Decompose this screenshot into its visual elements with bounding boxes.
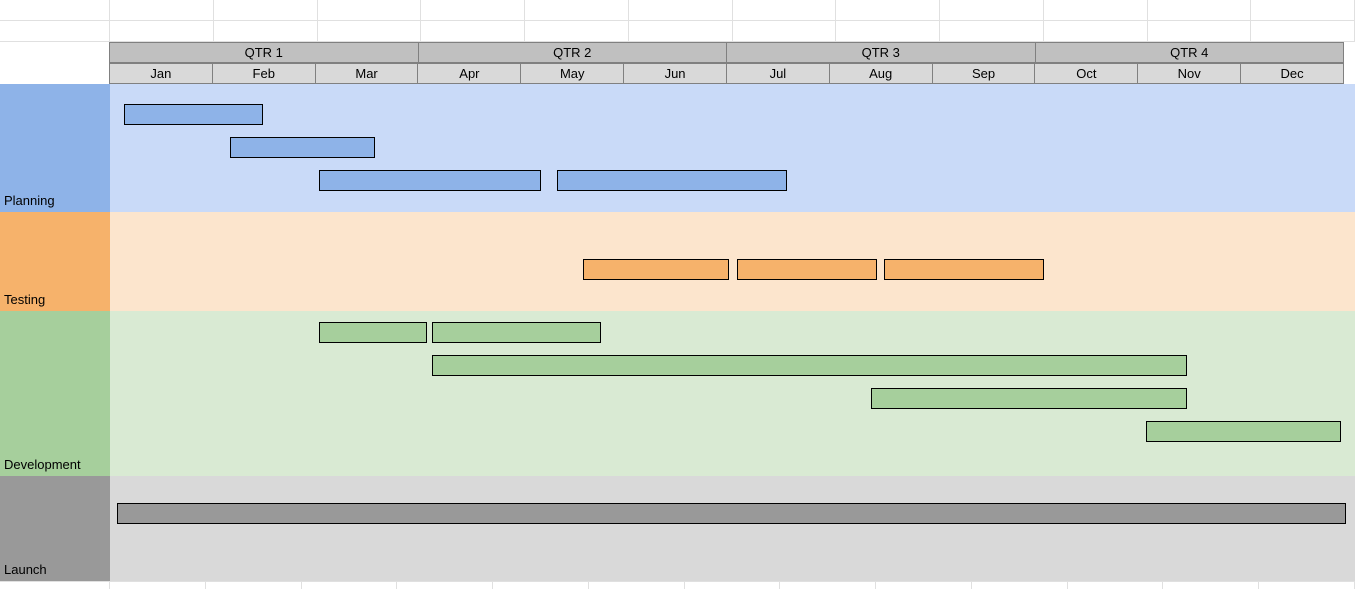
- gantt-bar[interactable]: [117, 503, 1346, 524]
- month-header-cell: Jul: [726, 63, 830, 84]
- month-header-cell: Feb: [212, 63, 316, 84]
- quarter-header-cell: QTR 4: [1035, 42, 1345, 63]
- month-header-cell: Jun: [623, 63, 727, 84]
- quarter-header-cell: QTR 2: [418, 42, 728, 63]
- phase-body: [110, 212, 1355, 311]
- gantt-bar[interactable]: [871, 388, 1187, 409]
- gantt-bar[interactable]: [432, 355, 1186, 376]
- rows-area: PlanningTestingDevelopmentLaunch: [0, 84, 1355, 581]
- gantt-bar[interactable]: [557, 170, 787, 191]
- phase-label: Launch: [0, 476, 110, 581]
- phase-row-launch: Launch: [0, 476, 1355, 581]
- gantt-bar[interactable]: [124, 104, 263, 125]
- quarter-header-cell: QTR 1: [109, 42, 419, 63]
- month-header-cell: Nov: [1137, 63, 1241, 84]
- phase-label: Development: [0, 311, 110, 476]
- month-header-cell: Apr: [417, 63, 521, 84]
- quarter-header-cell: QTR 3: [726, 42, 1036, 63]
- month-header-cell: Aug: [829, 63, 933, 84]
- month-header-cell: Dec: [1240, 63, 1344, 84]
- gantt-bar[interactable]: [432, 322, 600, 343]
- phase-row-planning: Planning: [0, 84, 1355, 212]
- gantt-bar[interactable]: [884, 259, 1043, 280]
- gantt-bar[interactable]: [1146, 421, 1341, 442]
- phase-row-testing: Testing: [0, 212, 1355, 311]
- month-header-cell: May: [520, 63, 624, 84]
- gantt-bar[interactable]: [319, 170, 541, 191]
- gantt-chart: QTR 1QTR 2QTR 3QTR 4 JanFebMarAprMayJunJ…: [0, 0, 1355, 590]
- phase-body: [110, 476, 1355, 581]
- gantt-bar[interactable]: [319, 322, 427, 343]
- top-grid: [0, 0, 1355, 42]
- bottom-grid: [0, 581, 1355, 589]
- gantt-bar[interactable]: [737, 259, 876, 280]
- month-header-cell: Mar: [315, 63, 419, 84]
- month-header-cell: Jan: [109, 63, 213, 84]
- phase-label: Planning: [0, 84, 110, 212]
- quarter-header-row: QTR 1QTR 2QTR 3QTR 4: [110, 42, 1344, 63]
- gantt-bar[interactable]: [230, 137, 376, 158]
- gantt-bar[interactable]: [583, 259, 729, 280]
- phase-label: Testing: [0, 212, 110, 311]
- month-header-cell: Oct: [1034, 63, 1138, 84]
- phase-row-development: Development: [0, 311, 1355, 476]
- phase-body: [110, 84, 1355, 212]
- month-header-row: JanFebMarAprMayJunJulAugSepOctNovDec: [110, 63, 1344, 84]
- month-header-cell: Sep: [932, 63, 1036, 84]
- phase-body: [110, 311, 1355, 476]
